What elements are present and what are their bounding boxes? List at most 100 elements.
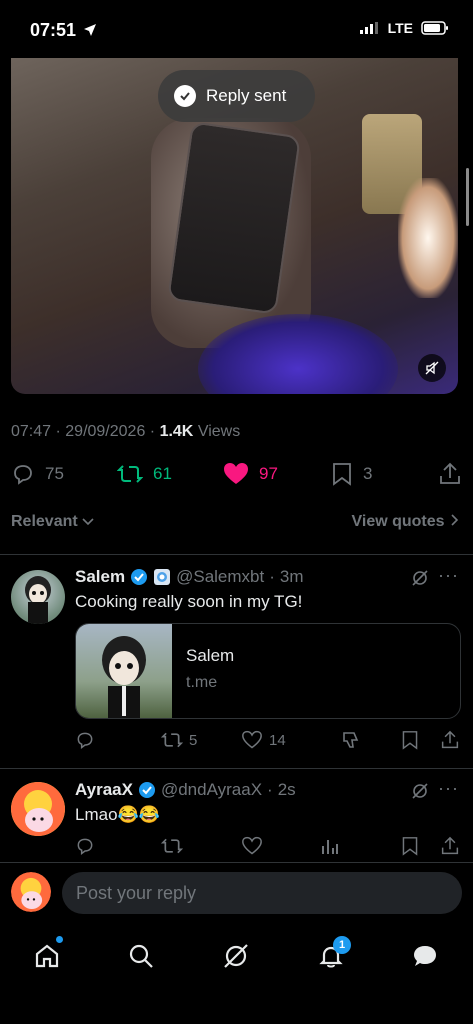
reply-reply-button[interactable] [75,730,95,750]
divider [0,862,473,863]
reply-count: 75 [45,464,64,483]
affiliate-badge-icon [154,569,171,585]
bottom-tab-bar: 1 [0,922,473,1024]
post-views-label: Views [197,423,241,440]
reply-author-name[interactable]: Salem [75,567,125,587]
repost-icon [161,838,183,854]
repost-count: 61 [153,464,172,483]
reply-dislike-button[interactable] [341,730,361,750]
mute-button[interactable] [418,354,446,382]
reply-repost-button[interactable]: 5 [161,730,197,750]
reply-time: 3m [279,567,304,586]
grok-icon [412,783,428,799]
tab-grok[interactable] [216,936,256,976]
reply-actions [75,836,461,858]
reply-text: Cooking really soon in my TG! [75,592,303,611]
own-avatar[interactable] [11,872,51,912]
cellular-signal-icon [359,22,378,34]
reply-like-button[interactable] [241,836,263,856]
checkmark-icon [174,85,196,107]
share-button[interactable] [439,462,461,486]
like-count: 97 [259,464,278,483]
status-bar: 07:51 LTE [0,0,473,58]
reply-views-button[interactable] [321,836,339,856]
reply-actions: 5 14 [75,730,461,752]
home-unread-dot [56,936,63,943]
reply-like-count: 14 [269,731,286,749]
more-options-button[interactable]: ··· [438,565,459,586]
bookmark-icon [333,463,351,486]
avatar-salem[interactable] [11,570,65,624]
toast-text: Reply sent [206,86,287,105]
reply-icon [77,732,93,749]
grok-icon [412,570,428,586]
reply-bookmark-button[interactable] [401,836,419,856]
reply-bookmark-button[interactable] [401,730,419,750]
reply-reply-button[interactable] [75,836,95,856]
reply-repost-button[interactable] [161,836,183,856]
sort-label: Relevant [11,513,78,530]
tab-search[interactable] [121,936,161,976]
grok-button[interactable] [411,782,429,805]
post-actions: 75 61 97 3 [11,460,463,490]
clock-text: 07:51 [30,20,77,40]
link-card-domain: t.me [186,674,218,691]
share-icon [441,730,459,749]
thumbs-down-icon [343,732,359,748]
divider [0,554,473,555]
reply-sent-toast: Reply sent [158,70,315,122]
reply-composer: Post your reply [0,862,473,922]
repost-icon [117,465,143,483]
chat-bubble-icon [414,946,436,966]
status-indicators: LTE [359,20,449,36]
verified-badge-icon [138,782,155,798]
share-icon [440,462,460,484]
like-button[interactable]: 97 [223,462,278,486]
separator-dot: · [267,780,273,799]
post-time: 07:47 [11,423,52,440]
sort-dropdown[interactable]: Relevant [11,513,94,531]
tab-home[interactable] [27,936,67,976]
reply-share-button[interactable] [441,836,459,856]
reply-icon [77,838,93,855]
notifications-badge: 1 [333,936,351,954]
reply-button[interactable]: 75 [11,462,64,486]
reply-share-button[interactable] [441,730,459,750]
reply-author-name[interactable]: AyraaX [75,780,133,800]
speaker-muted-icon [425,361,439,375]
heart-filled-icon [224,463,248,484]
repost-button[interactable]: 61 [117,462,172,486]
tab-messages[interactable] [405,936,445,976]
avatar-ayraax[interactable] [11,782,65,836]
link-card-image [76,624,172,718]
reply-like-button[interactable]: 14 [241,730,286,750]
video-frame-light [398,178,458,298]
link-card[interactable]: Salem t.me [75,623,461,719]
verified-badge-icon [131,569,148,585]
chevron-down-icon [82,518,94,526]
tab-notifications[interactable]: 1 [311,936,351,976]
search-icon [129,944,153,968]
analytics-icon [322,840,338,854]
home-icon [35,944,59,968]
reply-input[interactable]: Post your reply [62,872,462,914]
view-quotes-link[interactable]: View quotes [351,513,459,531]
status-time: 07:51 [30,20,97,41]
bookmark-button[interactable]: 3 [331,462,372,486]
view-quotes-label: View quotes [351,513,445,530]
battery-icon [421,21,448,35]
reply-header: Salem @Salemxbt · 3m [75,567,304,587]
reply-repost-count: 5 [189,731,198,749]
reply-author-handle[interactable]: @dndAyraaX [161,780,262,800]
post-meta: 07:47 · 29/09/2026 · 1.4K Views [11,423,241,440]
link-card-title: Salem [186,646,235,665]
scrollbar-thumb[interactable] [466,168,469,226]
more-options-button[interactable]: ··· [438,778,459,799]
reply-author-handle[interactable]: @Salemxbt [176,567,264,587]
location-arrow-icon [84,24,97,36]
post-views-count[interactable]: 1.4K [160,423,194,440]
post-date: 29/09/2026 [65,423,146,440]
heart-icon [242,730,262,749]
grok-button[interactable] [411,569,429,592]
bookmark-icon [402,731,418,750]
